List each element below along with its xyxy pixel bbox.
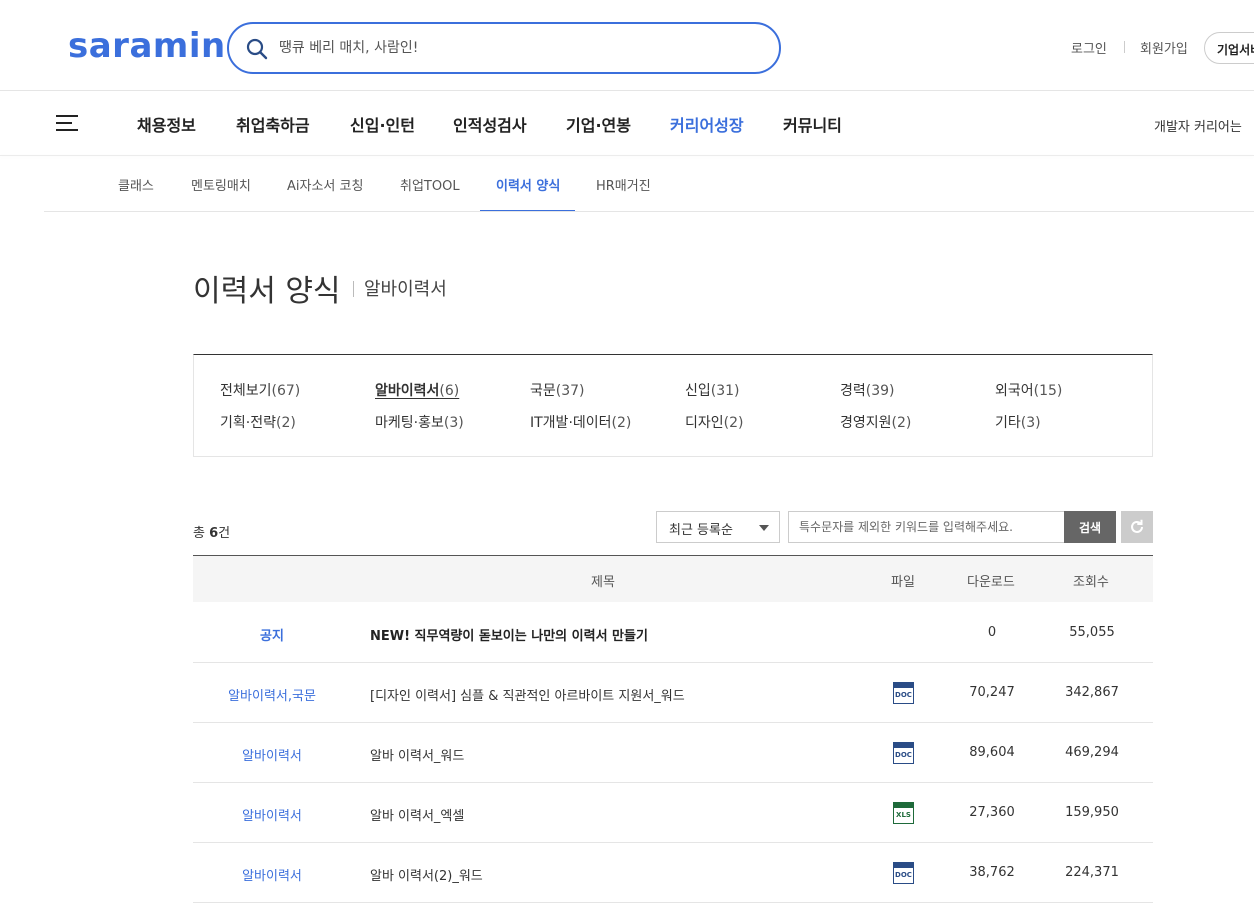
table-header: 제목 파일 다운로드 조회수 — [193, 556, 1153, 602]
row-downloads: 0 — [987, 625, 997, 640]
header-views: 조회수 — [1073, 575, 1109, 590]
saramin-logo[interactable]: saramin — [68, 26, 226, 66]
refresh-icon — [1131, 519, 1143, 533]
table-row[interactable]: 공지 NEW! 직무역량이 돋보이는 나만의 이력서 만들기 0 55,055 — [193, 603, 1153, 663]
subnav-divider — [44, 211, 1254, 212]
row-views: 55,055 — [1069, 625, 1115, 640]
table-row[interactable]: 알바이력서 알바 이력서(2)_워드 DOC 38,762 224,371 — [193, 843, 1153, 903]
nav-item-jobs[interactable]: 채용정보 — [137, 112, 196, 136]
dev-community-link[interactable]: 개발자 커리어는 — [1154, 116, 1242, 135]
row-category[interactable]: 알바이력서 — [193, 805, 351, 824]
subnav-item-hr-magazine[interactable]: HR매거진 — [596, 175, 651, 194]
nav-item-community[interactable]: 커뮤니티 — [783, 112, 842, 136]
doc-file-icon[interactable]: DOC — [893, 742, 914, 764]
row-downloads: 89,604 — [969, 745, 1015, 760]
row-downloads: 70,247 — [969, 685, 1015, 700]
signup-link[interactable]: 회원가입 — [1140, 38, 1188, 57]
row-category[interactable]: 알바이력서 — [193, 865, 351, 884]
category-etc[interactable]: 기타(3) — [995, 412, 1041, 432]
xls-file-icon[interactable]: XLS — [893, 802, 914, 824]
nav-divider — [0, 155, 1254, 156]
total-count: 총 6건 — [193, 526, 231, 541]
page-title: 이력서 양식 — [193, 274, 341, 309]
doc-file-icon[interactable]: DOC — [893, 682, 914, 704]
row-views: 469,294 — [1065, 745, 1119, 760]
corp-service-button[interactable]: 기업서비스 — [1204, 32, 1254, 64]
row-title[interactable]: 알바 이력서_워드 — [370, 745, 464, 764]
nav-item-company[interactable]: 기업·연봉 — [566, 112, 631, 136]
header-title: 제목 — [591, 575, 615, 590]
subnav-item-class[interactable]: 클래스 — [118, 175, 154, 194]
row-title[interactable]: 알바 이력서_엑셀 — [370, 805, 464, 824]
category-management[interactable]: 경영지원(2) — [840, 412, 911, 432]
keyword-input[interactable] — [788, 511, 1065, 543]
header-divider — [0, 90, 1254, 91]
divider — [1124, 41, 1125, 53]
category-marketing[interactable]: 마케팅·홍보(3) — [375, 412, 464, 432]
subnav-item-resume[interactable]: 이력서 양식 — [496, 175, 560, 194]
row-category[interactable]: 알바이력서,국문 — [193, 685, 351, 704]
nav-item-aptitude[interactable]: 인적성검사 — [453, 112, 527, 136]
subnav-item-mentoring[interactable]: 멘토링매치 — [191, 175, 251, 194]
row-title[interactable]: NEW! 직무역량이 돋보이는 나만의 이력서 만들기 — [370, 625, 648, 644]
search-input[interactable] — [277, 34, 757, 62]
reset-button[interactable] — [1121, 511, 1153, 543]
login-link[interactable]: 로그인 — [1071, 38, 1107, 57]
search-icon — [246, 38, 268, 60]
nav-item-intern[interactable]: 신입·인턴 — [350, 112, 415, 136]
row-views: 342,867 — [1065, 685, 1119, 700]
header-downloads: 다운로드 — [967, 575, 1015, 590]
row-views: 159,950 — [1065, 805, 1119, 820]
search-button[interactable]: 검색 — [1064, 511, 1116, 543]
category-planning[interactable]: 기획·전략(2) — [220, 412, 296, 432]
row-category: 공지 — [260, 629, 284, 644]
category-part-time[interactable]: 알바이력서(6) — [375, 380, 459, 400]
category-new-grad[interactable]: 신입(31) — [685, 380, 740, 400]
chevron-down-icon — [759, 525, 769, 531]
table-row[interactable]: 알바이력서,국문 [디자인 이력서] 심플 & 직관적인 아르바이트 지원서_워… — [193, 663, 1153, 723]
row-views: 224,371 — [1065, 865, 1119, 880]
nav-item-career[interactable]: 커리어성장 — [670, 112, 744, 136]
row-title[interactable]: [디자인 이력서] 심플 & 직관적인 아르바이트 지원서_워드 — [370, 685, 685, 704]
subnav-item-ai-coaching[interactable]: Ai자소서 코칭 — [287, 175, 363, 194]
nav-item-bonus[interactable]: 취업축하금 — [236, 112, 310, 136]
category-korean[interactable]: 국문(37) — [530, 380, 585, 400]
subnav-item-tools[interactable]: 취업TOOL — [400, 175, 460, 194]
sort-dropdown[interactable]: 최근 등록순 — [656, 511, 780, 543]
category-filter: 전체보기(67) 알바이력서(6) 국문(37) 신입(31) 경력(39) 외… — [193, 354, 1153, 457]
table-row[interactable]: 알바이력서 알바 이력서_엑셀 XLS 27,360 159,950 — [193, 783, 1153, 843]
category-foreign-language[interactable]: 외국어(15) — [995, 380, 1062, 400]
row-downloads: 27,360 — [969, 805, 1015, 820]
search-bar[interactable] — [227, 22, 781, 74]
row-downloads: 38,762 — [969, 865, 1015, 880]
row-category[interactable]: 알바이력서 — [193, 745, 351, 764]
doc-file-icon[interactable]: DOC — [893, 862, 914, 884]
table-row[interactable]: 알바이력서 알바 이력서_워드 DOC 89,604 469,294 — [193, 723, 1153, 783]
row-title[interactable]: 알바 이력서(2)_워드 — [370, 865, 483, 884]
page-subtitle: 알바이력서 — [364, 279, 447, 300]
category-it-data[interactable]: IT개발·데이터(2) — [530, 412, 631, 432]
category-design[interactable]: 디자인(2) — [685, 412, 743, 432]
header-file: 파일 — [891, 575, 915, 590]
category-experienced[interactable]: 경력(39) — [840, 380, 895, 400]
hamburger-icon[interactable] — [56, 115, 78, 131]
category-all[interactable]: 전체보기(67) — [220, 380, 300, 400]
title-divider — [353, 281, 354, 297]
